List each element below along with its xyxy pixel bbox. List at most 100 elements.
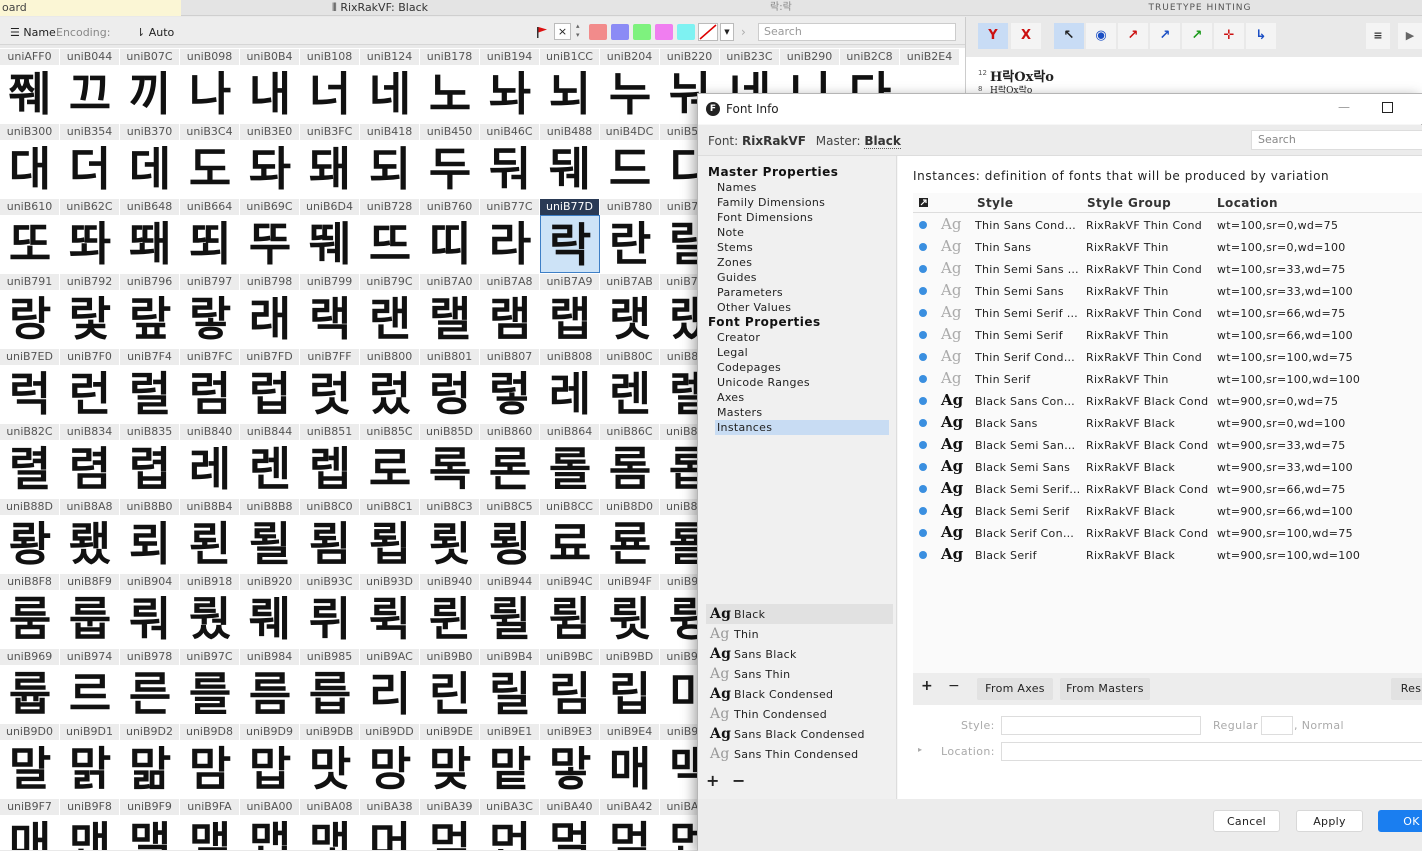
flag-icon[interactable] — [537, 27, 547, 38]
glyph-cell[interactable]: uniB178 노 — [420, 48, 480, 123]
glyph-cell[interactable]: uniB85D 록 — [420, 423, 480, 498]
glyph-cell[interactable]: uniB93C 뤼 — [300, 573, 360, 648]
glyph-cell[interactable]: uniB969 륩 — [0, 648, 60, 723]
glyph-cell[interactable]: uniB9E1 맡 — [480, 723, 540, 798]
glyph-cell[interactable]: uniB985 릅 — [300, 648, 360, 723]
glyph-cell[interactable]: uniB974 르 — [60, 648, 120, 723]
sidebar-item-unicode-ranges[interactable]: Unicode Ranges — [715, 375, 889, 390]
glyph-cell[interactable]: uniB80C 렌 — [600, 348, 660, 423]
glyph-cell[interactable]: uniB9D8 맘 — [180, 723, 240, 798]
glyph-cell[interactable]: uniB098 나 — [180, 48, 240, 123]
glyph-cell[interactable]: uniB7F0 런 — [60, 348, 120, 423]
interpolate-tool-icon[interactable]: ↗ — [1182, 23, 1212, 49]
glyph-cell[interactable]: uniB728 뜨 — [360, 198, 420, 273]
sidebar-item-instances[interactable]: Instances — [715, 420, 889, 435]
clear-color-button[interactable]: × — [554, 23, 571, 40]
glyph-cell[interactable]: uniB9DE 맞 — [420, 723, 480, 798]
instance-row[interactable]: Ag Thin Sans RixRakVF Thin wt=100,sr=0,wd=1… — [913, 236, 1422, 258]
glyph-cell[interactable]: uniB801 렁 — [420, 348, 480, 423]
glyph-cell[interactable]: uniB9D9 맙 — [240, 723, 300, 798]
active-toggle-icon[interactable] — [919, 529, 927, 537]
glyph-cell[interactable]: uniB664 뙤 — [180, 198, 240, 273]
glyph-cell[interactable]: uniB9AC 리 — [360, 648, 420, 723]
instance-row[interactable]: Ag Black Sans RixRakVF Black wt=900,sr=0,wd… — [913, 412, 1422, 434]
glyph-cell[interactable]: uniB851 렙 — [300, 423, 360, 498]
instance-row[interactable]: Ag Thin Semi Sans RixRakVF Thin wt=100,sr=3… — [913, 280, 1422, 302]
glyph-cell[interactable]: uniB9BC 림 — [540, 648, 600, 723]
instance-row[interactable]: Ag Thin Serif Cond… RixRakVF Thin Cond wt=1… — [913, 346, 1422, 368]
glyph-cell[interactable]: uniB82C 렬 — [0, 423, 60, 498]
active-toggle-icon[interactable] — [919, 441, 927, 449]
glyph-cell[interactable]: uniB944 륄 — [480, 573, 540, 648]
active-toggle-icon[interactable] — [919, 331, 927, 339]
glyph-cell[interactable]: uniB8F8 룸 — [0, 573, 60, 648]
glyph-cell[interactable]: uniB3E0 돠 — [240, 123, 300, 198]
color-stepper[interactable]: ▴ ▾ — [576, 22, 584, 40]
from-masters-button[interactable]: From Masters — [1060, 678, 1150, 700]
color-dropdown-arrow[interactable]: ▼ — [720, 23, 734, 41]
instance-row[interactable]: Ag Black Semi Sans RixRakVF Black wt=900,sr… — [913, 456, 1422, 478]
sidebar-item-font-dimensions[interactable]: Font Dimensions — [715, 210, 889, 225]
glyph-cell[interactable]: uniB8C5 룅 — [480, 498, 540, 573]
glyph-cell[interactable]: uniB791 랑 — [0, 273, 60, 348]
glyph-cell[interactable]: uniB7FD 럽 — [240, 348, 300, 423]
glyph-cell[interactable]: uniB808 레 — [540, 348, 600, 423]
glyph-cell[interactable]: uniB044 끄 — [60, 48, 120, 123]
cancel-button[interactable]: Cancel — [1213, 810, 1280, 832]
add-instance-button[interactable]: + — [921, 678, 933, 694]
glyph-cell[interactable]: uniB488 뒈 — [540, 123, 600, 198]
active-toggle-icon[interactable] — [919, 287, 927, 295]
active-toggle-icon[interactable] — [919, 221, 927, 229]
location-input[interactable] — [1001, 742, 1422, 761]
apply-button[interactable]: Apply — [1296, 810, 1363, 832]
glyph-cell[interactable]: uniB860 론 — [480, 423, 540, 498]
dialog-titlebar[interactable]: F Font Info — — [698, 94, 1422, 124]
glyph-cell[interactable]: uniB8D0 룐 — [600, 498, 660, 573]
encoding-select[interactable]: ⇂ Auto — [136, 26, 174, 39]
delta-tool-icon[interactable]: ✛ — [1214, 23, 1244, 49]
glyph-cell[interactable]: uniB418 되 — [360, 123, 420, 198]
glyph-cell[interactable]: uniB1CC 뇌 — [540, 48, 600, 123]
glyph-cell[interactable]: uniB940 륀 — [420, 573, 480, 648]
glyph-cell[interactable]: uniB370 데 — [120, 123, 180, 198]
color-swatch-magenta[interactable] — [655, 24, 673, 40]
glyph-cell[interactable]: uniB797 랗 — [180, 273, 240, 348]
column-style[interactable]: Style — [977, 196, 1013, 210]
glyph-cell[interactable]: uniB6D4 뛔 — [300, 198, 360, 273]
glyph-cell[interactable]: uniBA3C 먼 — [480, 798, 540, 850]
glyph-cell[interactable]: uniB77D 락 — [540, 198, 600, 273]
glyph-cell[interactable]: uniB780 란 — [600, 198, 660, 273]
remove-instance-button[interactable]: − — [948, 678, 960, 694]
glyph-cell[interactable]: uniB9E4 매 — [600, 723, 660, 798]
glyph-cell[interactable]: uniB450 두 — [420, 123, 480, 198]
glyph-cell[interactable]: uniB124 네 — [360, 48, 420, 123]
glyph-cell[interactable]: uniB8C0 룀 — [300, 498, 360, 573]
column-style-group[interactable]: Style Group — [1087, 196, 1171, 210]
glyph-cell[interactable]: uniB835 렵 — [120, 423, 180, 498]
glyph-cell[interactable]: uniB792 랓 — [60, 273, 120, 348]
glyph-cell[interactable]: uniB8C1 룁 — [360, 498, 420, 573]
color-swatch-green[interactable] — [633, 24, 651, 40]
glyph-cell[interactable]: uniB8A8 뢨 — [60, 498, 120, 573]
master-list-item[interactable]: Ag Sans Black Condensed — [706, 724, 893, 744]
glyph-cell[interactable]: uniB3FC 돼 — [300, 123, 360, 198]
select-tool-icon[interactable]: ↖ — [1054, 23, 1084, 49]
glyph-cell[interactable]: uniB0B4 내 — [240, 48, 300, 123]
chevron-right-icon[interactable]: › — [741, 25, 746, 39]
glyph-cell[interactable]: uniB9E3 맣 — [540, 723, 600, 798]
master-select[interactable]: Black — [864, 134, 901, 149]
column-location[interactable]: Location — [1217, 196, 1278, 210]
sidebar-item-other-values[interactable]: Other Values — [715, 300, 889, 315]
glyph-cell[interactable]: uniBA39 먹 — [420, 798, 480, 850]
glyph-cell[interactable]: uniB7A0 랠 — [420, 273, 480, 348]
glyph-cell[interactable]: uniB9F9 맬 — [120, 798, 180, 850]
sidebar-item-family-dimensions[interactable]: Family Dimensions — [715, 195, 889, 210]
glyph-cell[interactable]: uniB9DB 맛 — [300, 723, 360, 798]
glyph-cell[interactable]: uniB834 렴 — [60, 423, 120, 498]
master-list-item[interactable]: Ag Black — [706, 604, 893, 624]
active-toggle-icon[interactable] — [919, 397, 927, 405]
expander-icon[interactable]: ▸ — [918, 745, 922, 754]
sidebar-item-creator[interactable]: Creator — [715, 330, 889, 345]
glyph-cell[interactable]: uniB7FC 럼 — [180, 348, 240, 423]
sidebar-item-parameters[interactable]: Parameters — [715, 285, 889, 300]
